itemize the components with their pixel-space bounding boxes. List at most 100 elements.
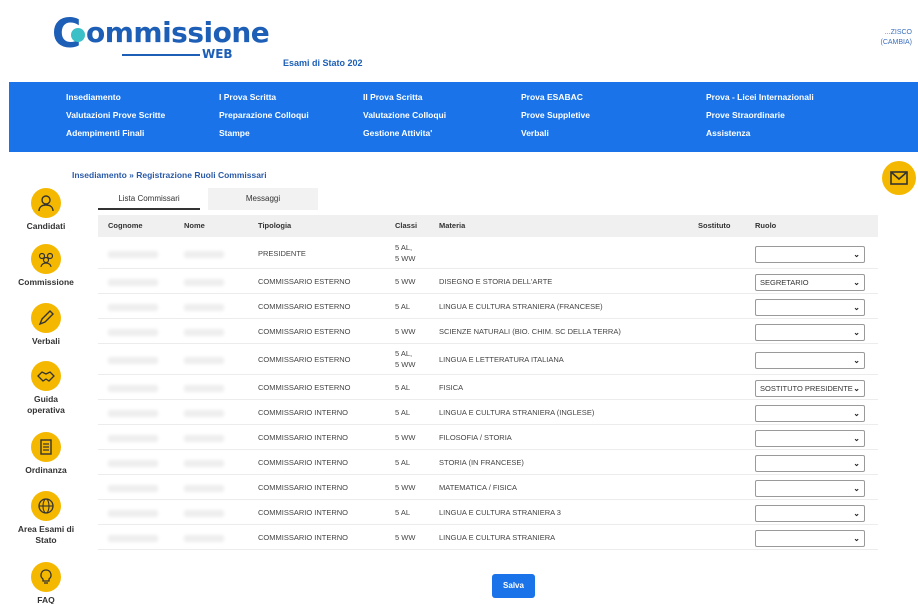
sidebar-label-commissione: Commissione (18, 277, 74, 287)
ruolo-select[interactable]: ⌄ (755, 245, 865, 263)
nav-seconda-prova[interactable]: II Prova Scritta (363, 92, 423, 102)
cell-classe: 5 WW (395, 277, 416, 286)
sidebar-label-faq: FAQ (37, 595, 55, 604)
handshake-icon (31, 361, 61, 391)
table-row: COMMISSARIO INTERNO 5 AL LINGUA E CULTURA … (98, 501, 878, 525)
table-row: COMMISSARIO INTERNO 5 WW LINGUA E CULTURA … (98, 526, 878, 550)
cell-materia: MATEMATICA / FISICA (439, 483, 518, 492)
chevron-down-icon: ⌄ (853, 355, 860, 365)
save-button[interactable]: Salva (492, 574, 535, 598)
redacted-nome (184, 329, 224, 336)
ruolo-select[interactable]: ⌄ (755, 429, 865, 447)
header-ruolo: Ruolo (755, 221, 777, 230)
nav-adempimenti-finali[interactable]: Adempimenti Finali (66, 128, 144, 138)
redacted-cognome (108, 329, 158, 336)
ruolo-select[interactable]: ⌄ (755, 479, 865, 497)
cell-classe: 5 WW (395, 533, 416, 542)
nav-verbali[interactable]: Verbali (521, 128, 549, 138)
cell-tipologia: PRESIDENTE (258, 249, 306, 258)
sidebar-label-candidati: Candidati (26, 221, 66, 231)
change-user-link[interactable]: (CAMBIA) (881, 38, 913, 48)
ruolo-select[interactable]: SEGRETARIO ⌄ (755, 273, 865, 291)
header-materia: Materia (439, 221, 466, 230)
nav-prova-esabac[interactable]: Prova ESABAC (521, 92, 583, 102)
sidebar-label-ordinanza: Ordinanza (25, 465, 67, 475)
redacted-nome (184, 357, 224, 364)
logo-web: WEB (202, 47, 233, 61)
nav-prima-prova[interactable]: I Prova Scritta (219, 92, 276, 102)
pencil-icon (31, 303, 61, 333)
nav-licei-internazionali[interactable]: Prova - Licei Internazionali (706, 92, 814, 102)
ruolo-select[interactable]: ⌄ (755, 404, 865, 422)
nav-assistenza[interactable]: Assistenza (706, 128, 750, 138)
chevron-down-icon: ⌄ (853, 302, 860, 312)
ruolo-select[interactable]: ⌄ (755, 323, 865, 341)
candidates-icon (31, 188, 61, 218)
cell-classe: 5 AL (395, 302, 411, 311)
cell-classe: 5 WW (395, 254, 416, 263)
sidebar-label-area-esami: Area Esami di Stato (17, 524, 75, 545)
table-row: COMMISSARIO ESTERNO 5 AL FISICA SOSTITUTO P… (98, 376, 878, 400)
sidebar-item-commissione[interactable]: Commissione (0, 244, 92, 288)
redacted-cognome (108, 460, 158, 467)
table-row: COMMISSARIO ESTERNO 5 WW DISEGNO E STORIA … (98, 270, 878, 294)
redacted-cognome (108, 510, 158, 517)
redacted-nome (184, 485, 224, 492)
sidebar-item-faq[interactable]: FAQ (0, 562, 92, 604)
cell-materia: FILOSOFIA / STORIA (439, 433, 512, 442)
cell-classe: 5 AL (395, 408, 411, 417)
nav-valutazioni-prove-scritte[interactable]: Valutazioni Prove Scritte (66, 110, 165, 120)
user-name: ...ZISCO (884, 29, 912, 36)
tab-messaggi[interactable]: Messaggi (208, 188, 318, 210)
header-sostituto: Sostituto (698, 221, 731, 230)
cell-tipologia: COMMISSARIO ESTERNO (258, 277, 351, 286)
sidebar-item-guida-operativa[interactable]: Guida operativa (0, 361, 92, 416)
table-row: COMMISSARIO INTERNO 5 AL LINGUA E CULTURA … (98, 401, 878, 425)
ruolo-select[interactable]: ⌄ (755, 504, 865, 522)
cell-tipologia: COMMISSARIO INTERNO (258, 458, 349, 467)
cell-tipologia: COMMISSARIO ESTERNO (258, 383, 351, 392)
redacted-cognome (108, 535, 158, 542)
chevron-down-icon: ⌄ (853, 327, 860, 337)
globe-icon (31, 491, 61, 521)
ruolo-select[interactable]: ⌄ (755, 351, 865, 369)
cell-classe: 5 AL (395, 508, 411, 517)
redacted-nome (184, 535, 224, 542)
cell-materia: LINGUA E CULTURA STRANIERA (439, 533, 556, 542)
nav-preparazione-colloqui[interactable]: Preparazione Colloqui (219, 110, 309, 120)
main-nav: Insediamento I Prova Scritta II Prova Sc… (9, 82, 918, 152)
sidebar-item-area-esami[interactable]: Area Esami di Stato (0, 491, 92, 546)
sidebar-item-verbali[interactable]: Verbali (0, 303, 92, 347)
cell-materia: LINGUA E CULTURA STRANIERA (FRANCESE) (439, 302, 603, 311)
ruolo-select[interactable]: ⌄ (755, 454, 865, 472)
chevron-down-icon: ⌄ (853, 508, 860, 518)
redacted-cognome (108, 357, 158, 364)
nav-insediamento[interactable]: Insediamento (66, 92, 121, 102)
header-nome: Nome (184, 221, 205, 230)
ruolo-select[interactable]: ⌄ (755, 298, 865, 316)
sidebar-label-guida-operativa: Guida operativa (27, 394, 65, 415)
sidebar-item-candidati[interactable]: Candidati (0, 188, 92, 232)
ruolo-select[interactable]: SOSTITUTO PRESIDENTE ⌄ (755, 379, 865, 397)
table-row: COMMISSARIO INTERNO 5 WW MATEMATICA / FISI… (98, 476, 878, 500)
cell-classe: 5 AL, (395, 243, 413, 252)
sidebar-item-ordinanza[interactable]: Ordinanza (0, 432, 92, 476)
redacted-nome (184, 385, 224, 392)
cell-tipologia: COMMISSARIO INTERNO (258, 483, 349, 492)
nav-prove-straordinarie[interactable]: Prove Straordinarie (706, 110, 785, 120)
messages-button[interactable] (882, 161, 916, 195)
lightbulb-icon (31, 562, 61, 592)
nav-stampe[interactable]: Stampe (219, 128, 250, 138)
cell-tipologia: COMMISSARIO INTERNO (258, 433, 349, 442)
chevron-down-icon: ⌄ (853, 483, 860, 493)
ruolo-select[interactable]: ⌄ (755, 529, 865, 547)
tab-lista-commissari[interactable]: Lista Commissari (98, 188, 200, 210)
nav-prove-suppletive[interactable]: Prove Suppletive (521, 110, 590, 120)
nav-gestione-attivita[interactable]: Gestione Attivita' (363, 128, 432, 138)
nav-valutazione-colloqui[interactable]: Valutazione Colloqui (363, 110, 446, 120)
header-tipologia: Tipologia (258, 221, 292, 230)
redacted-nome (184, 435, 224, 442)
redacted-nome (184, 510, 224, 517)
ruolo-select-value: SEGRETARIO (760, 277, 809, 287)
envelope-icon (890, 171, 908, 185)
